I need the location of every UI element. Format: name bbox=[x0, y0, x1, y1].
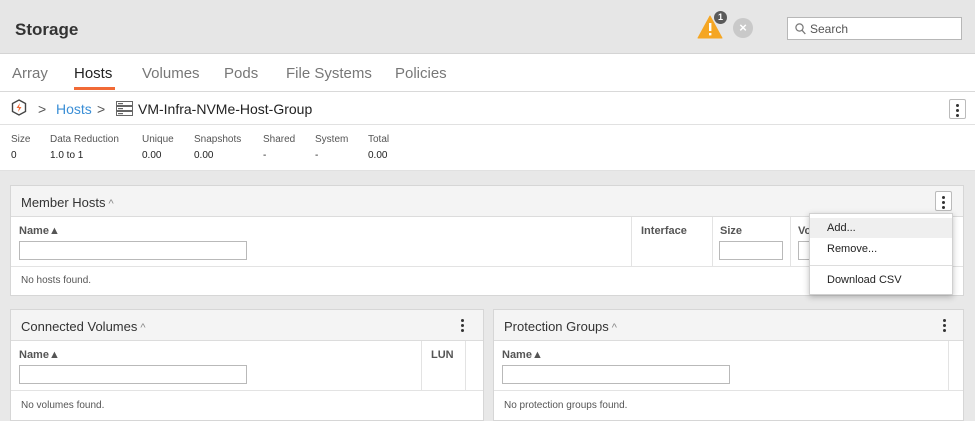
page-title: Storage bbox=[15, 20, 79, 39]
member-hosts-title[interactable]: Member Hosts ^ bbox=[21, 195, 114, 210]
empty-state-text: No hosts found. bbox=[21, 275, 92, 286]
protection-groups-more-button[interactable] bbox=[943, 319, 946, 334]
stat-shared: Shared - bbox=[263, 134, 296, 161]
name-filter-input[interactable] bbox=[502, 365, 730, 384]
array-logo-icon[interactable] bbox=[11, 99, 27, 116]
breadcrumb-separator: > bbox=[97, 101, 106, 117]
member-hosts-more-button[interactable] bbox=[935, 191, 952, 211]
menu-item-remove[interactable]: Remove... bbox=[810, 239, 952, 259]
protection-groups-title[interactable]: Protection Groups ^ bbox=[504, 319, 617, 334]
breadcrumb-current: VM-Infra-NVMe-Host-Group bbox=[138, 101, 313, 117]
kebab-icon bbox=[942, 196, 945, 211]
connected-volumes-more-button[interactable] bbox=[461, 319, 464, 334]
breadcrumb-hosts-link[interactable]: Hosts bbox=[56, 101, 92, 117]
size-filter-input[interactable] bbox=[719, 241, 783, 260]
tab-volumes[interactable]: Volumes bbox=[142, 65, 200, 82]
tab-hosts[interactable]: Hosts bbox=[74, 65, 112, 82]
warning-count-badge: 1 bbox=[714, 11, 727, 24]
member-hosts-context-menu: Add... Remove... Download CSV bbox=[809, 213, 953, 295]
name-filter-input[interactable] bbox=[19, 241, 247, 260]
tab-policies[interactable]: Policies bbox=[395, 65, 447, 82]
tab-array[interactable]: Array bbox=[12, 65, 48, 82]
empty-state-text: No protection groups found. bbox=[504, 400, 628, 411]
search-box[interactable] bbox=[787, 17, 962, 40]
panel-header: Connected Volumes ^ bbox=[11, 310, 483, 341]
host-group-icon bbox=[116, 101, 133, 116]
name-filter-input[interactable] bbox=[19, 365, 247, 384]
host-group-more-button[interactable] bbox=[949, 99, 966, 119]
collapse-caret-icon: ^ bbox=[140, 322, 146, 334]
panel-header: Protection Groups ^ bbox=[494, 310, 963, 341]
column-lun[interactable]: LUN bbox=[431, 349, 454, 361]
stat-total: Total 0.00 bbox=[368, 134, 390, 161]
connected-volumes-title[interactable]: Connected Volumes ^ bbox=[21, 319, 146, 334]
tab-file-systems[interactable]: File Systems bbox=[286, 65, 372, 82]
protection-groups-panel: Protection Groups ^ Name▲ No protection g… bbox=[493, 309, 964, 421]
menu-divider bbox=[810, 265, 952, 266]
stat-snapshots: Snapshots 0.00 bbox=[194, 134, 242, 161]
collapse-caret-icon: ^ bbox=[108, 198, 114, 210]
search-input[interactable] bbox=[810, 20, 955, 37]
stat-unique: Unique 0.00 bbox=[142, 134, 174, 161]
active-tab-indicator bbox=[74, 87, 115, 90]
column-size[interactable]: Size bbox=[720, 225, 742, 237]
column-name[interactable]: Name▲ bbox=[19, 225, 60, 237]
menu-item-download-csv[interactable]: Download CSV bbox=[810, 270, 952, 290]
kebab-icon bbox=[956, 104, 959, 119]
breadcrumb: > Hosts > VM-Infra-NVMe-Host-Group bbox=[0, 92, 975, 125]
error-icon[interactable]: × bbox=[733, 18, 753, 38]
breadcrumb-separator: > bbox=[38, 101, 47, 117]
nav-tabs: Array Hosts Volumes Pods File Systems Po… bbox=[0, 54, 975, 92]
tab-pods[interactable]: Pods bbox=[224, 65, 258, 82]
connected-volumes-panel: Connected Volumes ^ Name▲ LUN No volumes … bbox=[10, 309, 484, 421]
space-stats: Size 0 Data Reduction 1.0 to 1 Unique 0.00 … bbox=[0, 125, 975, 171]
collapse-caret-icon: ^ bbox=[611, 322, 617, 334]
search-icon bbox=[795, 23, 806, 35]
stat-system: System - bbox=[315, 134, 349, 161]
app-header: Storage 1 × bbox=[0, 0, 975, 54]
column-interface[interactable]: Interface bbox=[641, 225, 687, 237]
empty-state-text: No volumes found. bbox=[21, 400, 105, 411]
stat-size: Size 0 bbox=[11, 134, 31, 161]
column-name[interactable]: Name▲ bbox=[502, 349, 543, 361]
menu-item-add[interactable]: Add... bbox=[810, 218, 952, 238]
stat-data-reduction: Data Reduction 1.0 to 1 bbox=[50, 134, 119, 161]
column-name[interactable]: Name▲ bbox=[19, 349, 60, 361]
